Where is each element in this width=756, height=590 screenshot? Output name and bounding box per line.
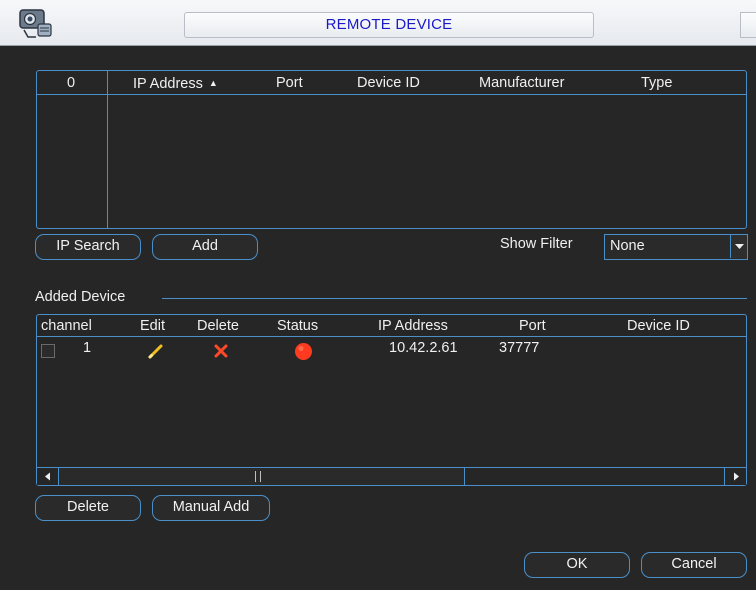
row-port: 37777 bbox=[499, 340, 540, 356]
sort-ascending-icon: ▲ bbox=[208, 78, 218, 88]
title-bar: REMOTE DEVICE bbox=[0, 0, 756, 46]
ip-search-button[interactable]: IP Search bbox=[35, 234, 141, 260]
cancel-button[interactable]: Cancel bbox=[641, 552, 747, 578]
added-device-header: channel Edit Delete Status IP Address Po… bbox=[37, 315, 746, 337]
column-ip-address[interactable]: IP Address bbox=[378, 314, 448, 338]
column-device-id[interactable]: Device ID bbox=[627, 314, 690, 338]
scroll-left-button[interactable] bbox=[37, 468, 59, 485]
row-ip-address: 10.42.2.61 bbox=[389, 340, 458, 356]
window-title: REMOTE DEVICE bbox=[184, 12, 594, 38]
column-ip-address[interactable]: IP Address ▲ bbox=[133, 71, 218, 95]
ok-button[interactable]: OK bbox=[524, 552, 630, 578]
column-manufacturer[interactable]: Manufacturer bbox=[479, 71, 564, 95]
show-filter-select[interactable]: None bbox=[604, 234, 748, 260]
column-port[interactable]: Port bbox=[276, 71, 303, 95]
delete-button[interactable]: Delete bbox=[35, 495, 141, 521]
chevron-down-icon[interactable] bbox=[730, 235, 747, 258]
row-checkbox[interactable] bbox=[41, 344, 55, 358]
camera-network-icon bbox=[18, 6, 54, 42]
show-filter-value: None bbox=[610, 238, 645, 254]
column-delete[interactable]: Delete bbox=[197, 314, 239, 338]
x-icon[interactable] bbox=[213, 343, 229, 359]
column-channel[interactable]: channel bbox=[41, 314, 92, 338]
device-search-list[interactable]: 0 IP Address ▲ Port Device ID Manufactur… bbox=[36, 70, 747, 229]
pencil-icon[interactable] bbox=[147, 342, 165, 360]
manual-add-button[interactable]: Manual Add bbox=[152, 495, 270, 521]
remote-device-window: REMOTE DEVICE 0 IP Address ▲ Port Device… bbox=[0, 0, 756, 590]
column-device-id[interactable]: Device ID bbox=[357, 71, 420, 95]
section-divider bbox=[162, 298, 747, 299]
show-filter-label: Show Filter bbox=[500, 236, 573, 252]
column-port[interactable]: Port bbox=[519, 314, 546, 338]
column-divider bbox=[107, 71, 108, 228]
title-bar-edge bbox=[740, 12, 756, 38]
added-device-list[interactable]: channel Edit Delete Status IP Address Po… bbox=[36, 314, 747, 486]
added-device-label: Added Device bbox=[35, 289, 126, 305]
column-type[interactable]: Type bbox=[641, 71, 672, 95]
column-select-all[interactable]: 0 bbox=[67, 71, 75, 95]
thumb-grip bbox=[255, 471, 261, 482]
scroll-right-button[interactable] bbox=[724, 468, 746, 485]
horizontal-scrollbar[interactable] bbox=[37, 467, 746, 485]
channel-number: 1 bbox=[83, 340, 92, 356]
scrollbar-thumb[interactable] bbox=[59, 468, 465, 485]
column-ip-address-label: IP Address bbox=[133, 76, 203, 92]
table-row[interactable]: 1 10.42.2.61 37777 bbox=[37, 338, 746, 362]
add-button[interactable]: Add bbox=[152, 234, 258, 260]
column-status[interactable]: Status bbox=[277, 314, 318, 338]
column-edit[interactable]: Edit bbox=[140, 314, 165, 338]
red-dot-icon bbox=[294, 342, 313, 361]
device-list-header: 0 IP Address ▲ Port Device ID Manufactur… bbox=[37, 71, 746, 95]
